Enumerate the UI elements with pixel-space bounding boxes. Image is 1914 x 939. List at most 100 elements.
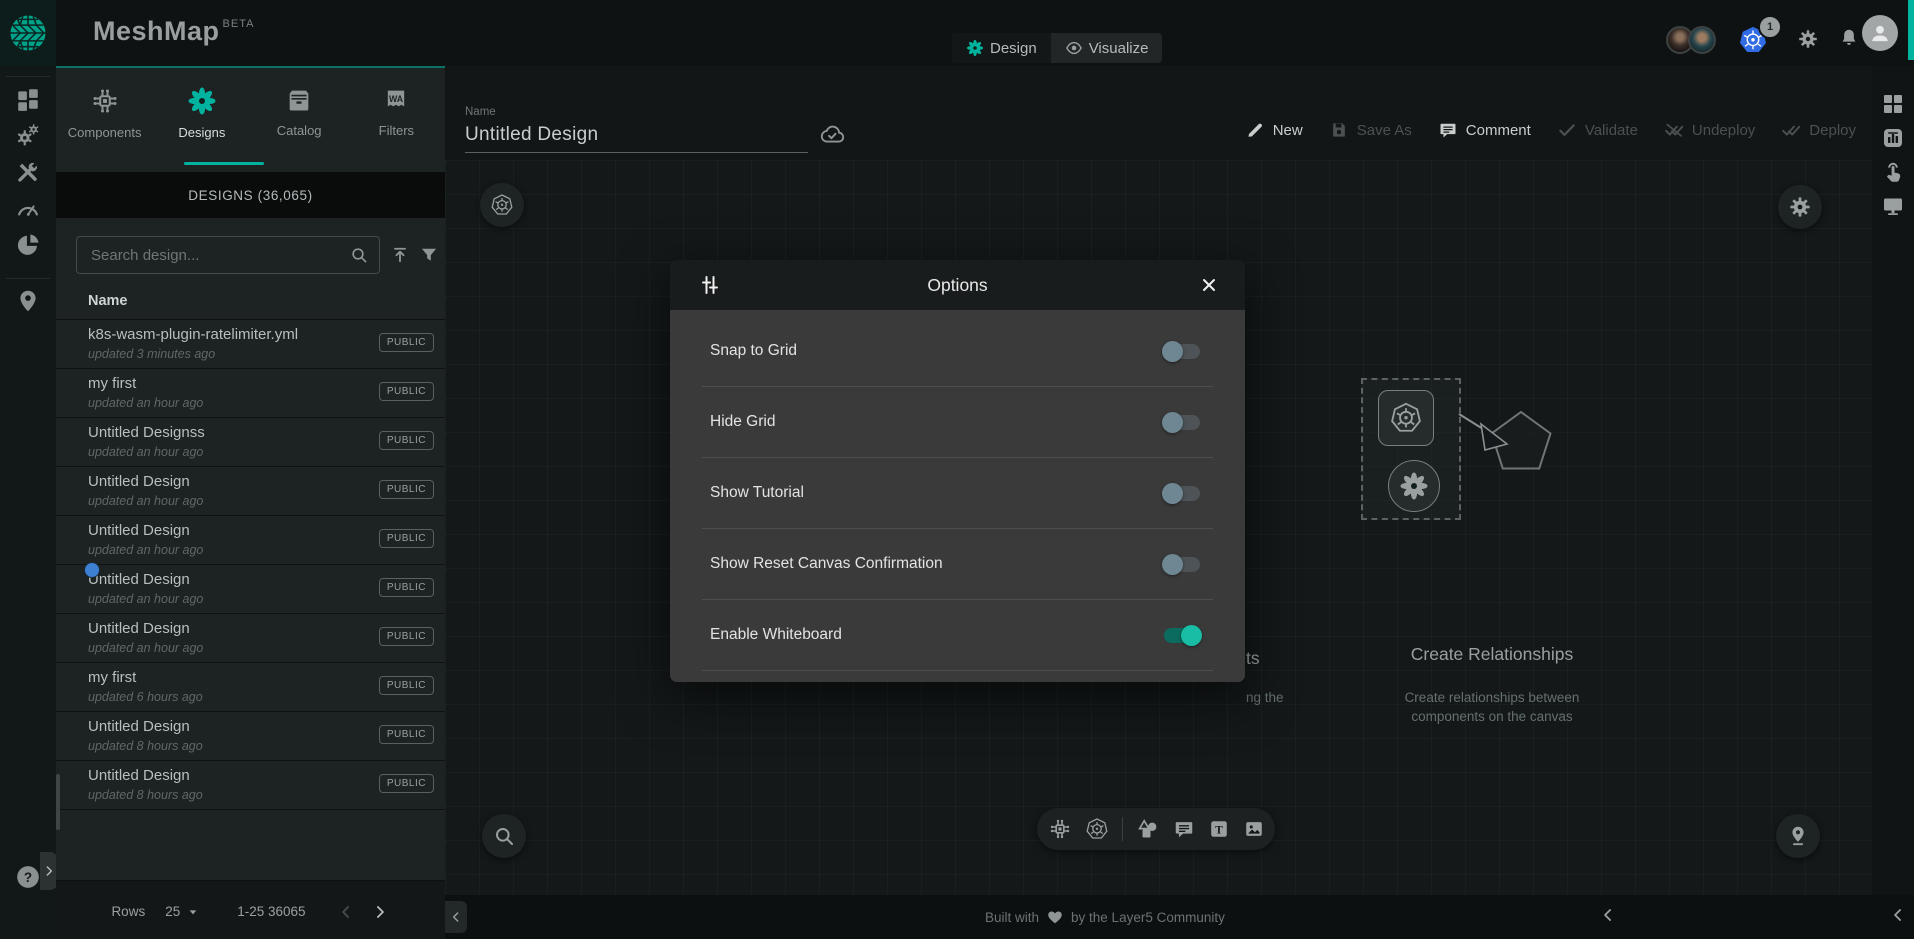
canvas-settings-button[interactable] [1778,185,1822,229]
toolbar-action-button[interactable]: Validate [1557,120,1638,140]
pin-drop-button[interactable] [1776,814,1820,858]
option-toggle[interactable] [1164,415,1200,430]
design-list-item[interactable]: Untitled Design updated an hour ago PUBL… [56,565,445,614]
tab-filters[interactable]: WA Filters [348,76,445,162]
footer-chevron-left-icon[interactable] [1598,905,1618,925]
option-label: Enable Whiteboard [710,626,842,644]
option-toggle[interactable] [1164,344,1200,359]
prev-page-icon[interactable] [336,902,356,922]
hint-text-fragment-1: ts [1246,648,1260,669]
meshery-swirl-icon [966,39,984,57]
toolbar-action-icon [1329,120,1349,140]
design-updated: updated an hour ago [88,494,203,508]
sidebar-scrollbar[interactable] [56,774,60,830]
upload-design-icon[interactable] [390,245,410,265]
toggle-knob [1162,554,1183,575]
search-icon[interactable] [349,245,369,265]
shapes-icon[interactable] [1136,817,1160,841]
dashboard-grid-icon[interactable] [15,86,41,112]
option-row: Show Tutorial [702,458,1213,529]
visibility-badge: PUBLIC [379,333,434,352]
rail-chevron-left-icon[interactable] [1888,905,1908,925]
chart-panel-icon[interactable] [1881,126,1905,150]
footer-bar: Built with by the Layer5 Community [445,895,1914,939]
design-name: Untitled Design [88,473,190,490]
design-list-item[interactable]: Untitled Designss updated an hour ago PU… [56,418,445,467]
design-list-item[interactable]: Untitled Design updated 8 hours ago PUBL… [56,761,445,810]
toolbar-action-button[interactable]: Deploy [1781,120,1856,140]
svg-text:?: ? [24,870,32,885]
demo-component-node[interactable] [1388,460,1440,512]
option-label: Show Tutorial [710,484,804,502]
text-tool-icon[interactable]: T [1208,818,1230,840]
close-icon[interactable] [1199,275,1219,295]
comment-bubble-icon[interactable] [1173,818,1195,840]
component-chip-icon[interactable] [1048,817,1072,841]
settings-gear-icon[interactable] [1797,28,1819,50]
design-list-item[interactable]: my first updated an hour ago PUBLIC [56,369,445,418]
visibility-badge: PUBLIC [379,627,434,646]
monitor-icon[interactable] [1881,194,1905,218]
design-list-item[interactable]: k8s-wasm-plugin-ratelimiter.yml updated … [56,320,445,369]
option-toggle[interactable] [1164,486,1200,501]
canvas-kubernetes-button[interactable] [480,183,524,227]
option-toggle[interactable] [1164,557,1200,572]
design-list-item[interactable]: Untitled Design updated 8 hours ago PUBL… [56,712,445,761]
toolbar-action-label: Deploy [1809,122,1856,139]
visibility-badge: PUBLIC [379,676,434,695]
footer-credit: Built with by the Layer5 Community [985,895,1225,939]
toolbar-action-button[interactable]: New [1245,120,1303,140]
tab-catalog[interactable]: Catalog [251,76,348,162]
next-page-icon[interactable] [370,902,390,922]
demo-kubernetes-node[interactable] [1378,390,1434,446]
design-updated: updated an hour ago [88,396,203,410]
rows-per-page-select[interactable]: 25 [165,904,201,920]
tools-icon[interactable] [15,159,41,185]
design-list-item[interactable]: Untitled Design updated an hour ago PUBL… [56,516,445,565]
visibility-badge: PUBLIC [379,382,434,401]
image-tool-icon[interactable] [1243,818,1265,840]
visibility-badge: PUBLIC [379,529,434,548]
collaborator-avatar-2[interactable] [1688,26,1716,54]
visibility-badge: PUBLIC [379,431,434,450]
account-avatar[interactable] [1862,15,1898,51]
search-input[interactable] [89,246,349,265]
active-tab-underline [184,162,264,165]
design-list-item[interactable]: Untitled Design updated an hour ago PUBL… [56,467,445,516]
notifications-bell-icon[interactable] [1838,27,1860,49]
tab-design[interactable]: Design [952,33,1051,63]
toolbar-action-button[interactable]: Undeploy [1664,120,1755,140]
filter-funnel-icon[interactable] [419,245,439,265]
toggle-knob [1162,341,1183,362]
components-chip-icon [90,86,120,116]
design-updated: updated an hour ago [88,592,203,606]
design-name: Untitled Design [88,620,190,637]
footer-collapse-tab[interactable] [445,901,467,933]
design-list-item[interactable]: Untitled Design updated an hour ago PUBL… [56,614,445,663]
touch-interaction-icon[interactable] [1881,160,1905,184]
gears-icon[interactable] [15,122,41,148]
tab-designs[interactable]: Designs [153,76,250,162]
widgets-grid-icon[interactable] [1881,92,1905,116]
kubernetes-wheel-icon [1389,401,1423,435]
kubernetes-wheel-icon[interactable] [1085,817,1109,841]
toolbar-action-icon [1438,120,1458,140]
help-icon[interactable]: ? [15,864,41,890]
option-row: Hide Grid [702,387,1213,458]
design-name-input[interactable]: Untitled Design [465,124,598,146]
zoom-button[interactable] [482,814,526,858]
gauge-icon[interactable] [15,196,41,222]
tab-components[interactable]: Components [56,76,153,162]
design-list: k8s-wasm-plugin-ratelimiter.yml updated … [56,320,445,810]
tab-visualize[interactable]: Visualize [1051,33,1163,63]
chevron-left-icon [448,909,464,925]
option-toggle[interactable] [1164,628,1200,643]
layer5-logo[interactable] [0,0,56,66]
toolbar-action-button[interactable]: Comment [1438,120,1531,140]
toolbar-action-button[interactable]: Save As [1329,120,1412,140]
option-label: Show Reset Canvas Confirmation [710,555,943,573]
design-list-item[interactable]: my first updated 6 hours ago PUBLIC [56,663,445,712]
magnifier-icon [492,824,516,848]
mesh-pie-icon[interactable] [15,232,41,258]
location-pin-icon[interactable] [15,288,41,314]
